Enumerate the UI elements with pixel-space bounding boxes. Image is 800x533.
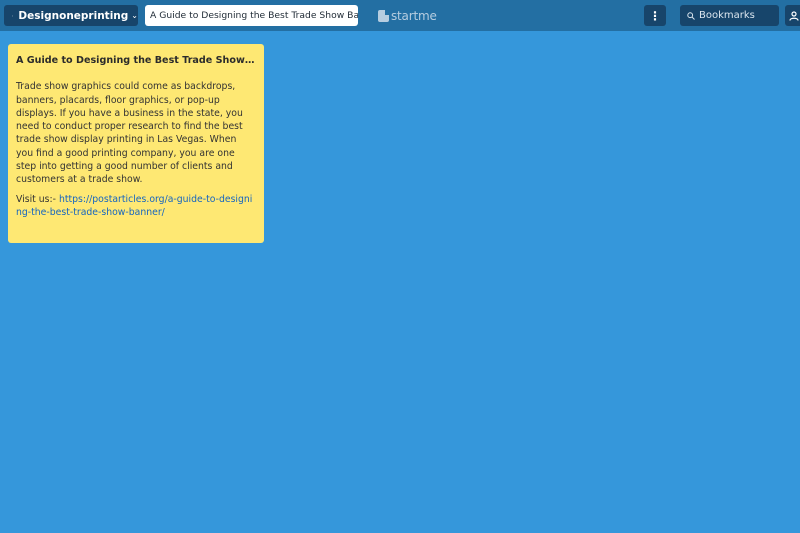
page-tab[interactable]: A Guide to Designing the Best Trade Show…	[145, 5, 358, 26]
note-visit-prefix: Visit us:-	[16, 193, 59, 205]
startme-logo[interactable]: startme	[378, 8, 437, 23]
page-tab-label: A Guide to Designing the Best Trade Show…	[150, 10, 358, 21]
more-options-button[interactable]: ⋮	[644, 5, 666, 26]
user-menu-label: Designoneprinting	[18, 9, 129, 22]
account-icon	[789, 10, 799, 21]
search-input[interactable]	[699, 10, 779, 21]
note-body: Trade show graphics could come as backdr…	[16, 81, 243, 186]
note-visit-line: Visit us:- https://postarticles.org/a-gu…	[16, 193, 256, 220]
bookmarks-search[interactable]	[680, 5, 779, 26]
chevron-down-icon: ⌄	[131, 11, 138, 20]
top-bar: Designoneprinting ⌄ A Guide to Designing…	[0, 0, 800, 31]
startme-logo-mark	[378, 9, 389, 22]
search-icon	[687, 11, 695, 20]
note-widget: A Guide to Designing the Best Trade Show…	[8, 44, 264, 243]
more-vertical-icon: ⋮	[649, 8, 661, 23]
user-icon	[12, 14, 14, 17]
account-button[interactable]	[785, 5, 800, 26]
brand-name: startme	[391, 8, 437, 23]
note-title[interactable]: A Guide to Designing the Best Trade Show…	[16, 54, 256, 67]
user-menu-button[interactable]: Designoneprinting ⌄	[4, 5, 138, 26]
